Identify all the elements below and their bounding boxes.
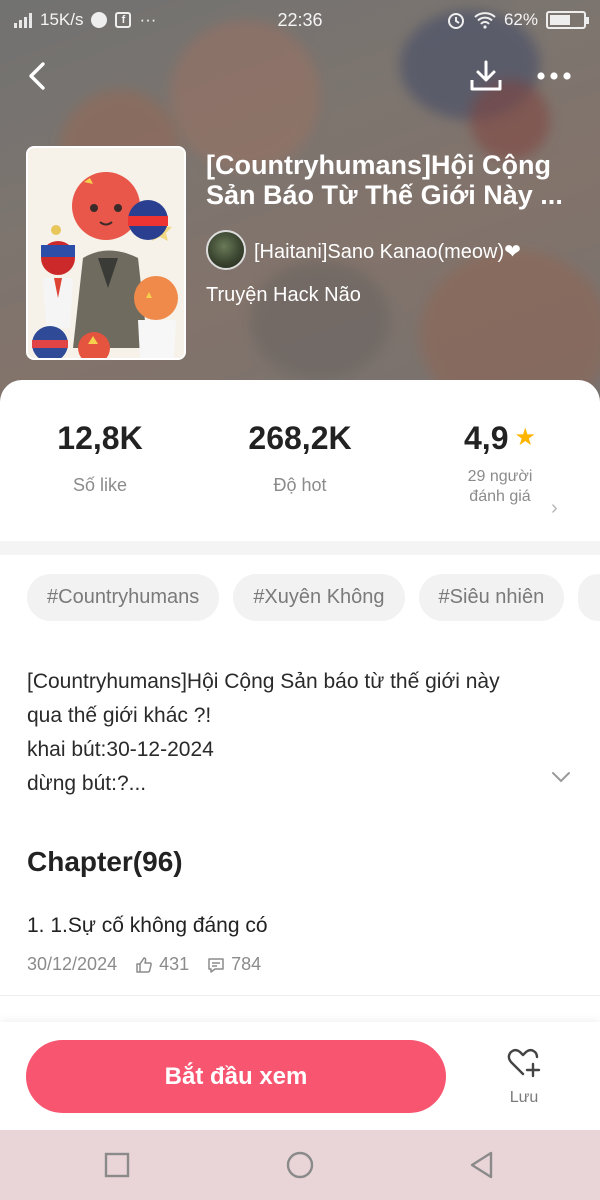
story-category[interactable]: Truyện Hack Não [206,284,361,307]
save-button[interactable]: Lưu [492,1046,556,1107]
description-line: khai bút:30-12-2024 [27,738,214,761]
rating-stat[interactable]: 4,9 ★ 29 người đánh giá [440,420,560,507]
stats-row: 12,8K Số like 268,2K Độ hot 4,9 ★ 29 ngườ… [0,420,600,530]
story-detail-card: 12,8K Số like 268,2K Độ hot 4,9 ★ 29 ngườ… [0,380,600,1130]
system-navigation-bar [0,1130,600,1200]
back-nav-icon[interactable] [467,1150,497,1180]
bottom-action-bar: Bắt đầu xem Lưu [0,1022,600,1130]
story-cover-image[interactable] [26,146,186,360]
chapter-comments: 784 [231,954,262,974]
hot-stat: 268,2K Độ hot [230,420,370,496]
chevron-right-icon[interactable]: › [551,497,558,520]
download-icon[interactable] [468,58,504,94]
description-line: dừng bút:?... [27,772,147,795]
more-options-icon[interactable] [536,70,572,82]
story-title: [Countryhumans]Hội Cộng Sản Báo Từ Thế G… [206,150,563,210]
thumbs-up-icon [136,956,152,973]
rating-value: 4,9 [464,420,509,456]
likes-label: Số like [72,475,128,495]
story-description: [Countryhumans]Hội Cộng Sản báo từ thế g… [27,665,547,801]
tag-chip[interactable]: #Xuyên Không [233,574,405,621]
heart-plus-icon [507,1048,541,1078]
author-name[interactable]: [Haitani]Sano Kanao(meow)❤ [254,239,521,264]
status-bar: 15K/s f ··· 22:36 62% [0,0,600,40]
tag-chip[interactable]: #Countryhumans [27,574,220,621]
description-line: [Countryhumans]Hội Cộng Sản báo từ thế g… [27,670,500,693]
rating-count-label: 29 người [467,468,533,485]
chapter-list-item[interactable]: 1. 1.Sự cố không đáng có 30/12/2024 431 … [27,914,573,975]
hot-label: Độ hot [273,475,327,495]
star-icon: ★ [514,424,536,451]
tag-list: #Countryhumans #Xuyên Không #Siêu nhiên [27,574,600,621]
back-icon[interactable] [24,60,52,92]
chapter-date: 30/12/2024 [27,954,118,974]
chapter-likes: 431 [159,954,190,974]
comment-icon [208,957,224,973]
recent-apps-icon[interactable] [102,1150,132,1180]
chapter-list-heading: Chapter(96) [27,846,183,877]
tag-chip[interactable]: #Siêu nhiên [418,574,565,621]
author-avatar[interactable] [206,230,246,270]
tag-chip-partial[interactable] [578,574,600,621]
chapter-divider [0,995,600,996]
likes-value: 12,8K [57,420,143,456]
save-label: Lưu [509,1089,539,1106]
start-reading-button[interactable]: Bắt đầu xem [26,1040,446,1113]
battery-icon [546,11,589,29]
home-icon[interactable] [285,1150,315,1180]
expand-chevron-down-icon[interactable] [550,766,572,788]
hot-value: 268,2K [248,420,352,456]
section-divider [0,541,600,555]
likes-stat: 12,8K Số like [40,420,160,496]
rating-count-label-2: đánh giá [469,488,531,505]
chapter-title: 1. 1.Sự cố không đáng có [27,914,268,937]
clock: 22:36 [277,9,323,30]
description-line: qua thế giới khác ?! [27,704,212,727]
